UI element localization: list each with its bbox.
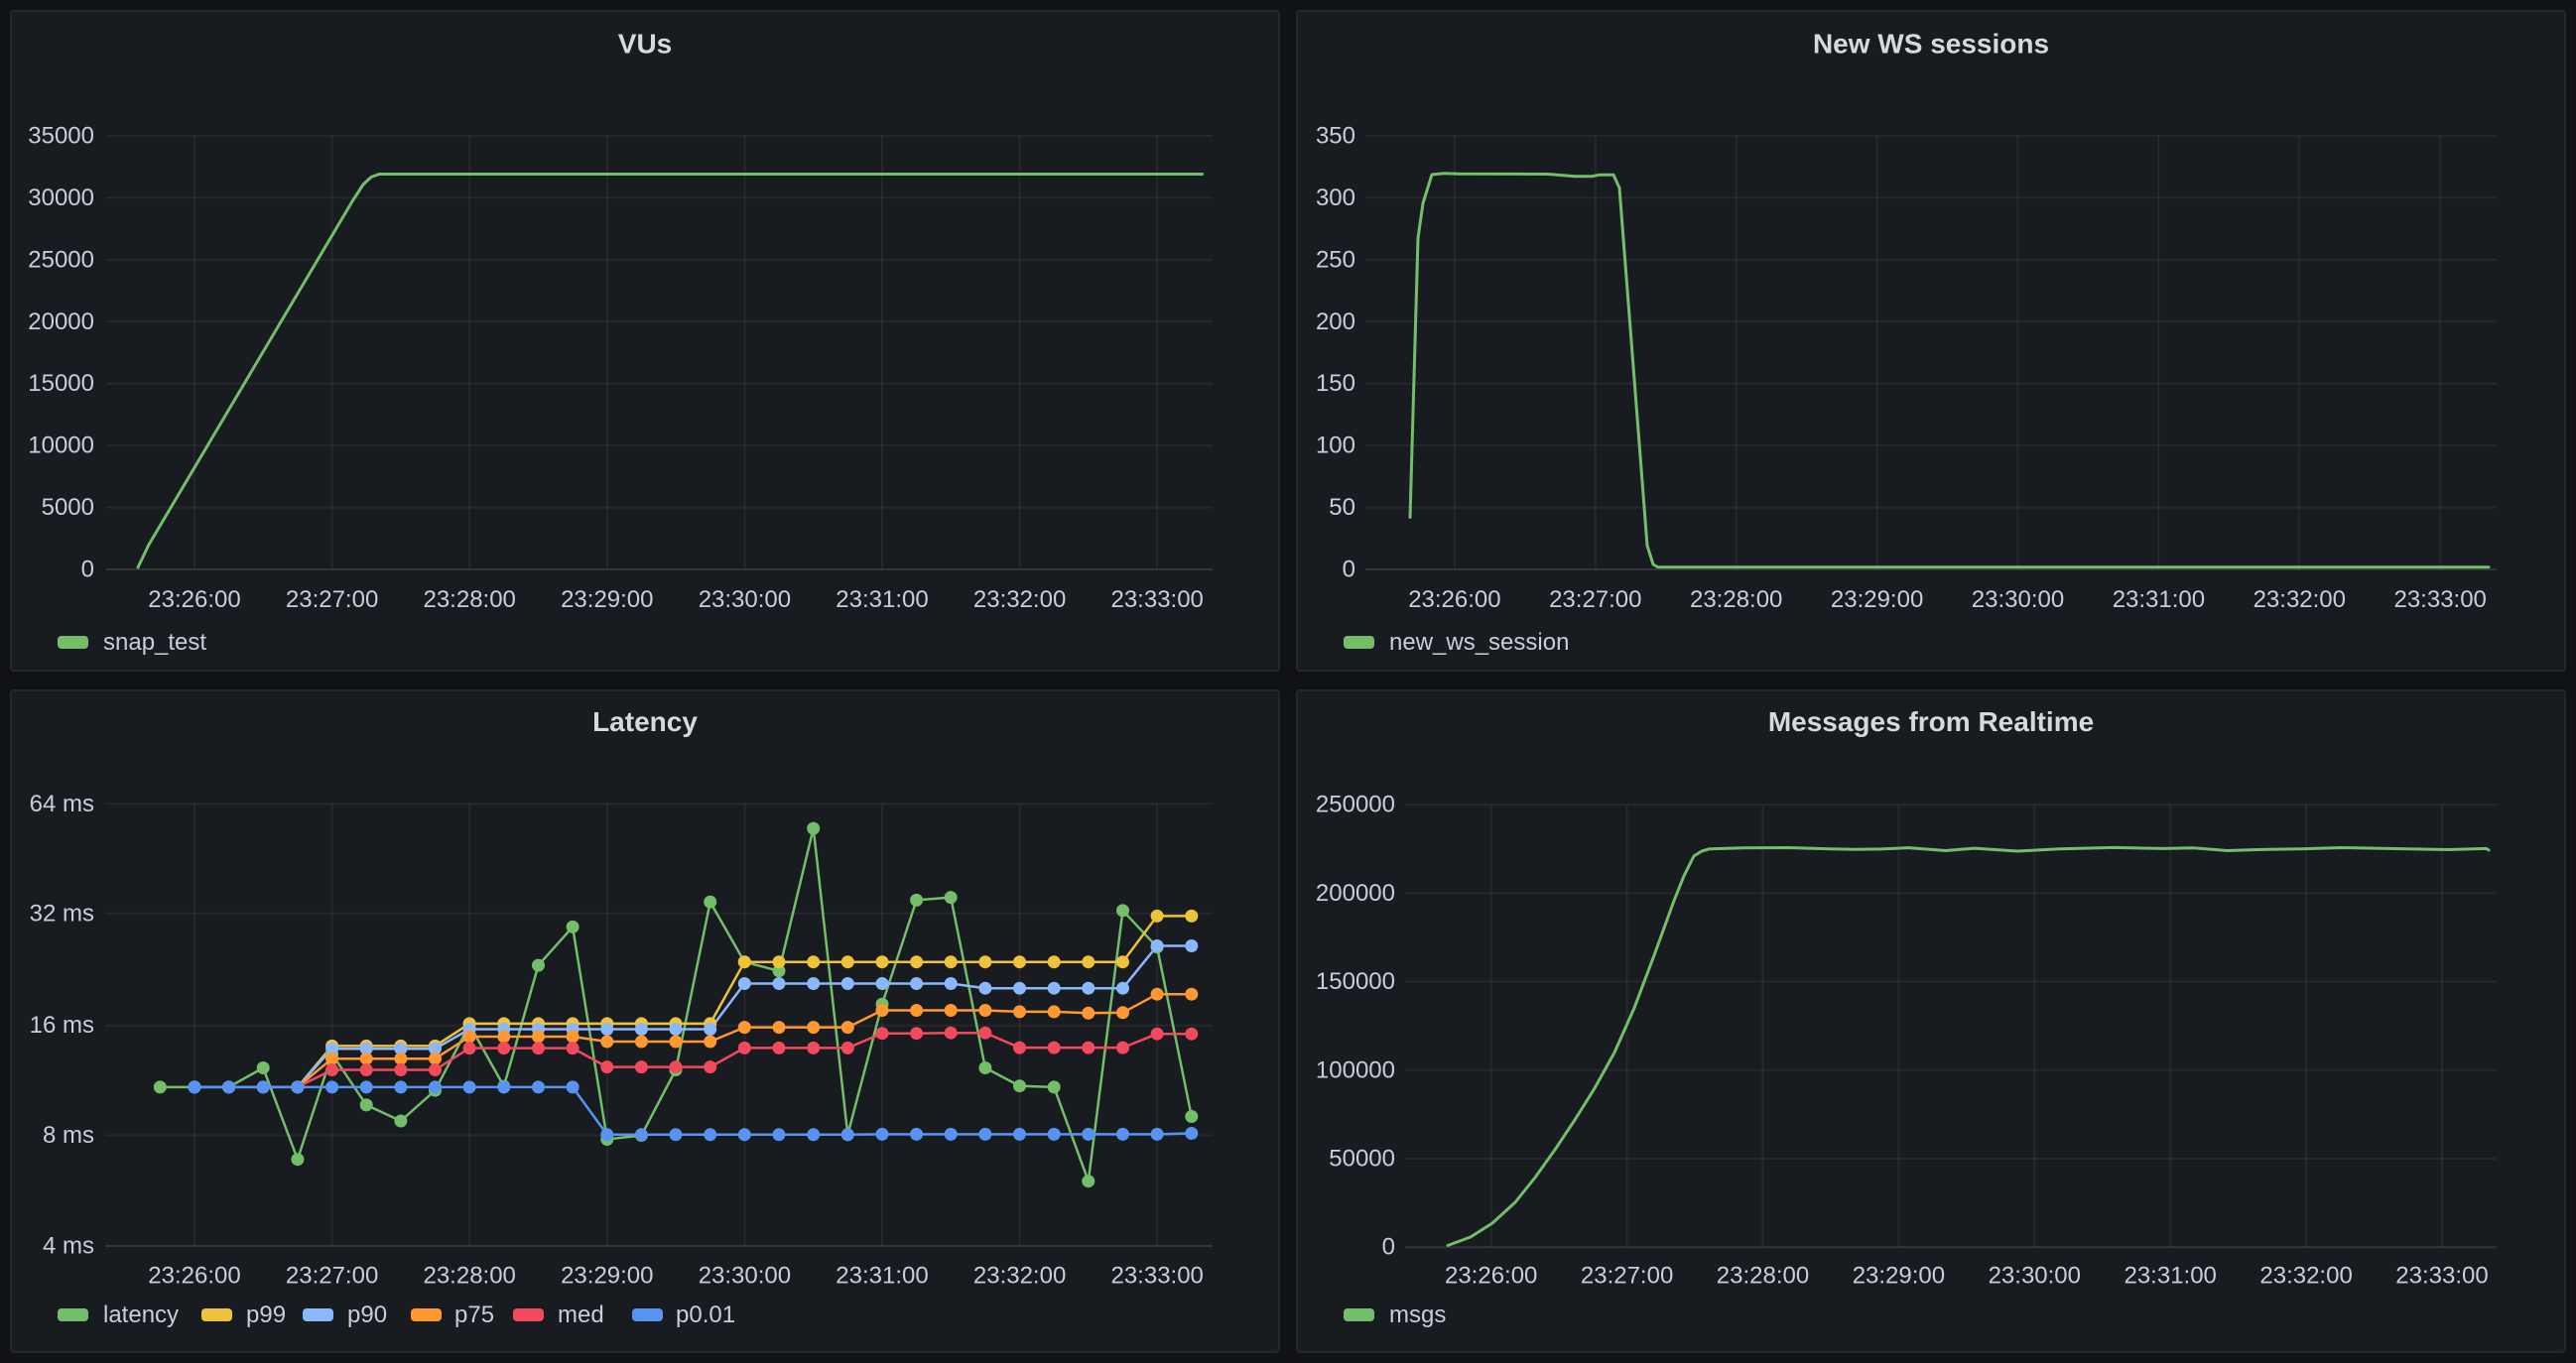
svg-text:p75: p75 xyxy=(454,1301,494,1328)
svg-text:23:31:00: 23:31:00 xyxy=(836,586,928,613)
svg-text:8 ms: 8 ms xyxy=(43,1122,94,1149)
svg-text:New WS sessions: New WS sessions xyxy=(1813,29,2049,60)
svg-text:23:33:00: 23:33:00 xyxy=(1110,586,1203,613)
svg-text:23:29:00: 23:29:00 xyxy=(561,1263,653,1290)
svg-text:64 ms: 64 ms xyxy=(30,791,94,817)
svg-text:23:27:00: 23:27:00 xyxy=(1581,1263,1673,1290)
svg-text:23:29:00: 23:29:00 xyxy=(561,586,653,613)
svg-text:250: 250 xyxy=(1316,246,1355,273)
svg-text:new_ws_session: new_ws_session xyxy=(1389,629,1569,656)
svg-text:23:30:00: 23:30:00 xyxy=(1972,586,2064,613)
svg-text:20000: 20000 xyxy=(28,309,94,335)
svg-text:30000: 30000 xyxy=(28,185,94,211)
svg-text:23:30:00: 23:30:00 xyxy=(1989,1263,2081,1290)
svg-text:200: 200 xyxy=(1316,309,1355,335)
svg-text:150000: 150000 xyxy=(1316,968,1395,995)
svg-text:p90: p90 xyxy=(347,1301,387,1328)
svg-text:p99: p99 xyxy=(246,1301,286,1328)
svg-text:15000: 15000 xyxy=(28,370,94,397)
svg-text:23:27:00: 23:27:00 xyxy=(286,1263,378,1290)
svg-text:med: med xyxy=(558,1301,604,1328)
svg-text:250000: 250000 xyxy=(1316,792,1395,818)
svg-text:4 ms: 4 ms xyxy=(43,1233,94,1260)
svg-text:35000: 35000 xyxy=(28,123,94,150)
svg-text:200000: 200000 xyxy=(1316,880,1395,907)
svg-text:Messages from Realtime: Messages from Realtime xyxy=(1768,706,2094,737)
svg-text:23:26:00: 23:26:00 xyxy=(148,1263,240,1290)
svg-text:300: 300 xyxy=(1316,185,1355,211)
svg-text:23:33:00: 23:33:00 xyxy=(2393,586,2486,613)
svg-text:23:28:00: 23:28:00 xyxy=(1690,586,1782,613)
svg-text:23:30:00: 23:30:00 xyxy=(699,1263,791,1290)
svg-text:16 ms: 16 ms xyxy=(30,1012,94,1039)
svg-text:23:30:00: 23:30:00 xyxy=(699,586,791,613)
svg-text:0: 0 xyxy=(1343,557,1355,583)
svg-text:VUs: VUs xyxy=(618,29,672,60)
svg-text:23:27:00: 23:27:00 xyxy=(286,586,378,613)
svg-text:23:32:00: 23:32:00 xyxy=(2259,1263,2352,1290)
svg-text:p0.01: p0.01 xyxy=(676,1301,735,1328)
svg-text:23:26:00: 23:26:00 xyxy=(1445,1263,1537,1290)
svg-text:100000: 100000 xyxy=(1316,1056,1395,1083)
svg-text:23:31:00: 23:31:00 xyxy=(836,1263,928,1290)
svg-text:23:33:00: 23:33:00 xyxy=(1110,1263,1203,1290)
svg-text:msgs: msgs xyxy=(1389,1301,1446,1328)
svg-text:0: 0 xyxy=(1382,1234,1395,1261)
svg-text:10000: 10000 xyxy=(28,433,94,459)
svg-text:23:26:00: 23:26:00 xyxy=(148,586,240,613)
svg-text:23:31:00: 23:31:00 xyxy=(2124,1263,2216,1290)
svg-text:50: 50 xyxy=(1329,494,1355,521)
svg-text:23:32:00: 23:32:00 xyxy=(973,1263,1066,1290)
svg-text:23:33:00: 23:33:00 xyxy=(2395,1263,2488,1290)
svg-text:23:27:00: 23:27:00 xyxy=(1549,586,1641,613)
svg-text:23:31:00: 23:31:00 xyxy=(2113,586,2205,613)
svg-text:50000: 50000 xyxy=(1329,1146,1395,1173)
svg-text:350: 350 xyxy=(1316,123,1355,150)
svg-text:32 ms: 32 ms xyxy=(30,900,94,927)
svg-text:Latency: Latency xyxy=(592,706,698,737)
svg-text:snap_test: snap_test xyxy=(103,629,206,656)
svg-text:23:28:00: 23:28:00 xyxy=(423,1263,515,1290)
svg-text:23:29:00: 23:29:00 xyxy=(1831,586,1923,613)
svg-text:latency: latency xyxy=(103,1301,179,1328)
svg-text:23:28:00: 23:28:00 xyxy=(1717,1263,1809,1290)
svg-text:23:26:00: 23:26:00 xyxy=(1408,586,1500,613)
svg-text:100: 100 xyxy=(1316,433,1355,459)
svg-text:23:32:00: 23:32:00 xyxy=(973,586,1066,613)
svg-text:0: 0 xyxy=(81,557,94,583)
svg-text:23:29:00: 23:29:00 xyxy=(1853,1263,1945,1290)
svg-text:23:28:00: 23:28:00 xyxy=(423,586,515,613)
svg-text:5000: 5000 xyxy=(42,494,94,521)
svg-text:25000: 25000 xyxy=(28,246,94,273)
svg-text:150: 150 xyxy=(1316,370,1355,397)
svg-text:23:32:00: 23:32:00 xyxy=(2254,586,2346,613)
